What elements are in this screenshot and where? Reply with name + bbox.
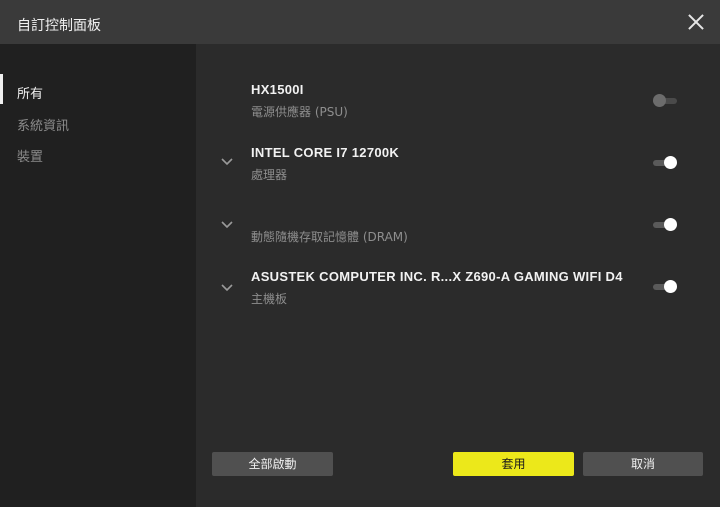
- device-list-panel: HX1500I 電源供應器 (PSU) INTEL CORE I7 12700K…: [196, 44, 720, 507]
- chevron-down-icon[interactable]: [220, 154, 234, 168]
- device-toggle[interactable]: [653, 156, 677, 170]
- toggle-knob: [664, 218, 677, 231]
- apply-button[interactable]: 套用: [453, 452, 574, 476]
- window-title: 自訂控制面板: [17, 18, 101, 34]
- title-bar: 自訂控制面板: [0, 0, 720, 44]
- device-name: HX1500I: [251, 82, 304, 97]
- device-row: HX1500I 電源供應器 (PSU): [196, 82, 720, 132]
- device-type: 處理器: [251, 168, 288, 182]
- device-toggle[interactable]: [653, 94, 677, 108]
- sidebar-item-all[interactable]: 所有: [17, 83, 43, 102]
- chevron-down-icon[interactable]: [220, 217, 234, 231]
- device-toggle[interactable]: [653, 218, 677, 232]
- enable-all-button[interactable]: 全部啟動: [212, 452, 333, 476]
- device-name: INTEL CORE I7 12700K: [251, 145, 400, 160]
- device-row: INTEL CORE I7 12700K 處理器: [196, 145, 720, 195]
- sidebar-active-indicator: [0, 74, 3, 104]
- close-icon[interactable]: [686, 12, 706, 32]
- device-name: ASUSTEK COMPUTER INC. R...X Z690-A GAMIN…: [251, 269, 623, 284]
- sidebar-item-system-info[interactable]: 系統資訊: [17, 115, 69, 134]
- device-row: ASUSTEK COMPUTER INC. R...X Z690-A GAMIN…: [196, 269, 720, 319]
- device-type: 主機板: [251, 292, 288, 306]
- cancel-button[interactable]: 取消: [583, 452, 703, 476]
- sidebar: 所有 系統資訊 裝置: [0, 44, 196, 507]
- toggle-knob: [653, 94, 666, 107]
- chevron-down-icon[interactable]: [220, 280, 234, 294]
- device-row: 動態隨機存取記憶體 (DRAM): [196, 207, 720, 257]
- toggle-knob: [664, 280, 677, 293]
- toggle-knob: [664, 156, 677, 169]
- device-toggle[interactable]: [653, 280, 677, 294]
- device-type: 電源供應器 (PSU): [251, 105, 348, 119]
- device-type: 動態隨機存取記憶體 (DRAM): [251, 230, 408, 244]
- sidebar-item-devices[interactable]: 裝置: [17, 146, 43, 165]
